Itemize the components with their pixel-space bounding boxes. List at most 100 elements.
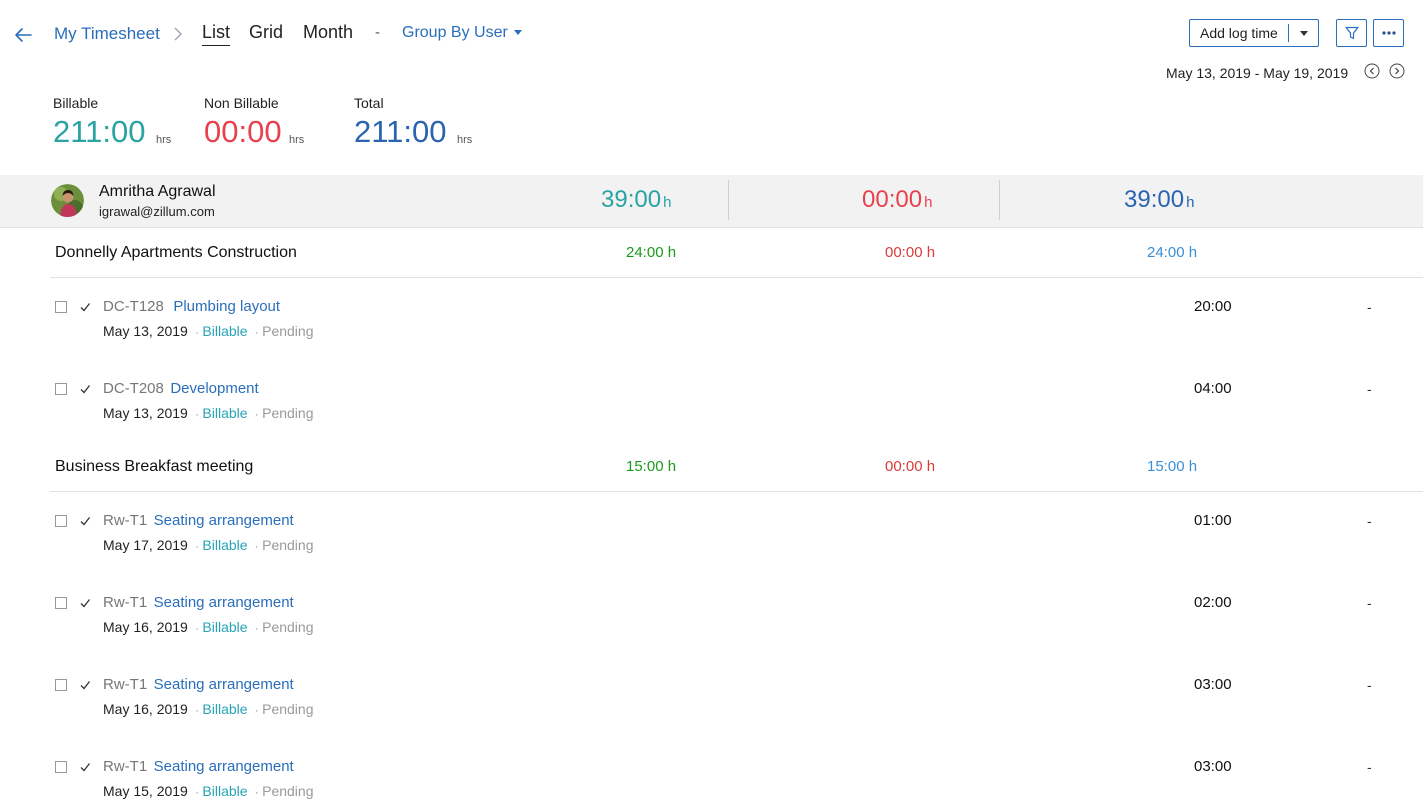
entry-checkbox[interactable] (55, 383, 67, 395)
tab-grid[interactable]: Grid (249, 22, 283, 43)
non-billable-unit: hrs (289, 134, 305, 146)
entry-checkbox[interactable] (55, 515, 67, 527)
entry-meta: May 16, 2019 · Billable · Pending (103, 619, 314, 635)
entry-date: May 17, 2019 (103, 537, 188, 553)
task-code: Rw-T1 (103, 594, 148, 611)
column-divider (999, 180, 1000, 220)
billing-type: Billable (202, 323, 248, 339)
meta-dot: · (191, 785, 203, 799)
entry-task-line: Rw-T1 Seating arrangement (103, 512, 294, 530)
entry-approval: - (1367, 677, 1372, 693)
group-by-dropdown[interactable]: Group By User (402, 24, 522, 42)
project-billable: 15:00 h (626, 458, 677, 475)
meta-dot: · (191, 621, 203, 635)
project-divider (50, 491, 1423, 492)
entry-task-line: Rw-T1 Seating arrangement (103, 676, 294, 694)
approval-status: Pending (262, 783, 314, 799)
chevron-right-icon (174, 27, 182, 41)
project-non-billable: 00:00 h (885, 244, 936, 261)
breadcrumb-my-timesheet[interactable]: My Timesheet (54, 24, 160, 44)
billing-type: Billable (202, 701, 248, 717)
entry-checkbox[interactable] (55, 301, 67, 313)
entry-task-line: DC-T128 Plumbing layout (103, 298, 280, 316)
check-icon (80, 303, 91, 312)
add-log-dropdown-toggle[interactable] (1289, 20, 1318, 46)
meta-dot: · (251, 703, 263, 717)
entry-checkbox[interactable] (55, 597, 67, 609)
meta-dot: · (191, 539, 203, 553)
entry-approval: - (1367, 759, 1372, 775)
entry-checkbox[interactable] (55, 679, 67, 691)
user-total: 39:00 h (1124, 186, 1194, 214)
project-billable: 24:00 h (626, 244, 677, 261)
project-divider (50, 277, 1423, 278)
next-week-icon[interactable] (1389, 63, 1405, 79)
project-non-billable: 00:00 h (885, 458, 936, 475)
entry-date: May 16, 2019 (103, 701, 188, 717)
entry-hours: 03:00 (1194, 758, 1232, 775)
entry-hours: 03:00 (1194, 676, 1232, 693)
user-total-unit: h (1186, 194, 1195, 211)
meta-dot: · (251, 785, 263, 799)
approval-status: Pending (262, 405, 314, 421)
project-name: Business Breakfast meeting (55, 458, 254, 475)
add-log-time-split-button[interactable]: Add log time (1189, 19, 1319, 47)
previous-week-icon[interactable] (1364, 63, 1380, 79)
header-separator: - (375, 24, 380, 41)
approval-status: Pending (262, 701, 314, 717)
meta-dot: · (251, 407, 263, 421)
user-total-value: 39:00 (1124, 186, 1185, 213)
entry-date: May 13, 2019 (103, 323, 188, 339)
task-link[interactable]: Development (170, 380, 258, 397)
task-link[interactable]: Seating arrangement (154, 594, 294, 611)
entry-date: May 13, 2019 (103, 405, 188, 421)
billable-unit: hrs (156, 134, 172, 146)
approval-status: Pending (262, 323, 314, 339)
task-code: DC-T128 (103, 298, 164, 315)
entry-hours: 04:00 (1194, 380, 1232, 397)
meta-dot: · (191, 325, 203, 339)
check-icon (80, 599, 91, 608)
billing-type: Billable (202, 537, 248, 553)
task-link[interactable]: Seating arrangement (154, 676, 294, 693)
entry-hours: 01:00 (1194, 512, 1232, 529)
date-range: May 13, 2019 - May 19, 2019 (1166, 65, 1349, 81)
billing-type: Billable (202, 619, 248, 635)
meta-dot: · (191, 703, 203, 717)
more-dots-icon (1381, 31, 1396, 35)
task-link[interactable]: Seating arrangement (154, 512, 294, 529)
more-options-button[interactable] (1373, 19, 1404, 47)
entry-meta: May 13, 2019 · Billable · Pending (103, 405, 314, 421)
task-code: Rw-T1 (103, 676, 148, 693)
entry-approval: - (1367, 513, 1372, 529)
tab-month[interactable]: Month (303, 22, 353, 43)
entry-task-line: DC-T208 Development (103, 380, 259, 398)
entry-date: May 16, 2019 (103, 619, 188, 635)
filter-button[interactable] (1336, 19, 1367, 47)
project-total: 24:00 h (1147, 244, 1198, 261)
approval-status: Pending (262, 619, 314, 635)
user-non-billable-total: 00:00 h (862, 186, 932, 214)
approval-status: Pending (262, 537, 314, 553)
tab-list[interactable]: List (202, 22, 231, 46)
task-link[interactable]: Plumbing layout (173, 298, 280, 315)
back-arrow-icon[interactable] (12, 24, 34, 46)
entry-approval: - (1367, 381, 1372, 397)
add-log-time-button[interactable]: Add log time (1190, 25, 1288, 41)
entry-task-line: Rw-T1 Seating arrangement (103, 594, 294, 612)
user-non-billable-value: 00:00 (862, 186, 923, 213)
billable-total: 211:00 (53, 114, 146, 149)
user-name: Amritha Agrawal (99, 183, 216, 200)
task-link[interactable]: Seating arrangement (154, 758, 294, 775)
entry-date: May 15, 2019 (103, 783, 188, 799)
task-code: Rw-T1 (103, 758, 148, 775)
column-divider (728, 180, 729, 220)
task-code: DC-T208 (103, 380, 164, 397)
entry-checkbox[interactable] (55, 761, 67, 773)
project-name: Donnelly Apartments Construction (55, 244, 297, 261)
caret-down-icon (513, 30, 522, 36)
meta-dot: · (251, 621, 263, 635)
billable-label: Billable (53, 95, 99, 111)
entry-meta: May 17, 2019 · Billable · Pending (103, 537, 314, 553)
meta-dot: · (251, 539, 263, 553)
